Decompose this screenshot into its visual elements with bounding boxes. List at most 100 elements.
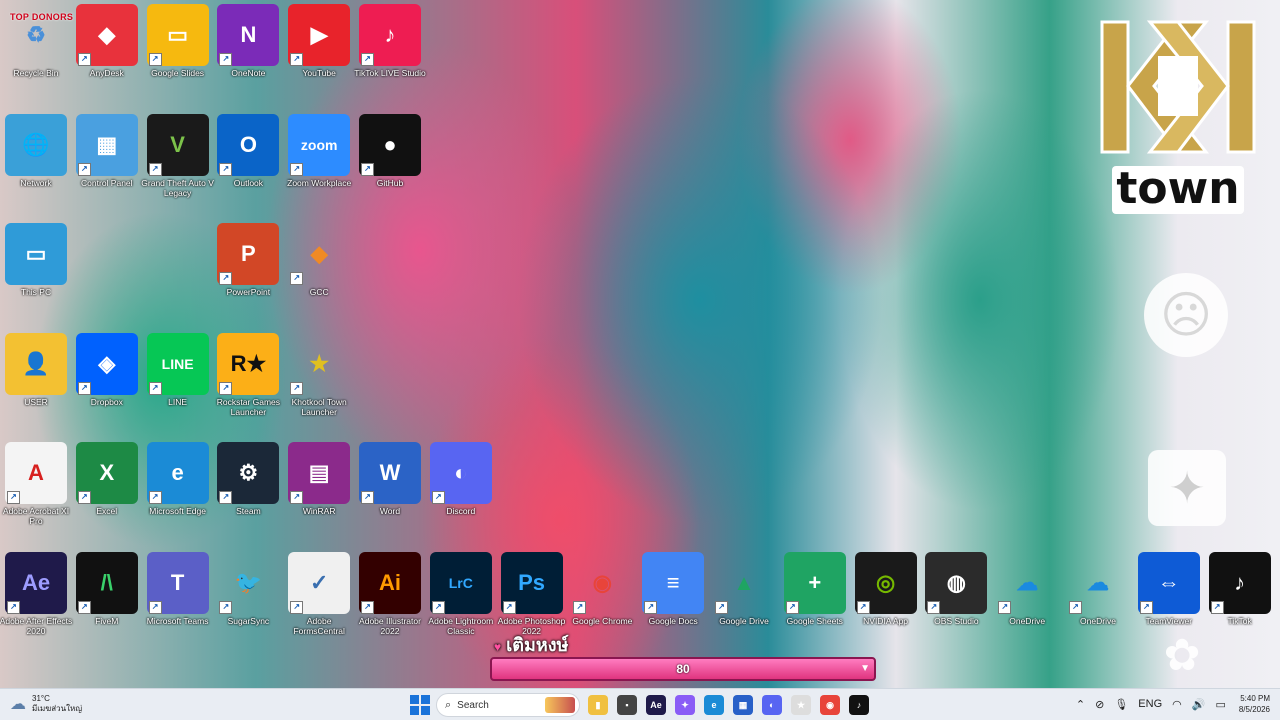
desktop-icon-outlook[interactable]: O ↗ Outlook bbox=[213, 113, 283, 188]
wifi-icon[interactable]: ◠ bbox=[1172, 698, 1182, 711]
desktop-icon-recycle-bin[interactable]: ♻ Recycle Bin bbox=[1, 4, 71, 78]
desktop-icon-fivem[interactable]: /\ ↗ FiveM bbox=[72, 551, 142, 626]
microphone-icon[interactable]: 🎙 bbox=[1114, 698, 1128, 711]
gta-v-icon: V ↗ bbox=[146, 113, 209, 176]
desktop-icon-word[interactable]: W ↗ Word bbox=[355, 442, 425, 516]
search-placeholder: Search bbox=[457, 699, 489, 711]
desktop-icon-khotkool[interactable]: ★ ↗ Khotkool Town Launcher bbox=[284, 333, 354, 417]
battery-icon[interactable]: ▭ bbox=[1215, 698, 1225, 711]
search-highlight-image bbox=[545, 697, 575, 713]
desktop-icon-github[interactable]: ● ↗ GitHub bbox=[355, 113, 425, 188]
taskbar-search[interactable]: ⌕ Search bbox=[436, 693, 580, 717]
desktop-icon-label: Discord bbox=[446, 506, 476, 516]
obs-icon: ◍ ↗ bbox=[925, 551, 988, 614]
fivem-icon: /\ ↗ bbox=[75, 551, 138, 614]
anydesk-icon: ◆ ↗ bbox=[75, 4, 138, 66]
shortcut-arrow-icon: ↗ bbox=[77, 600, 91, 614]
desktop-icon-tiktok[interactable]: ♪ ↗ TikTok bbox=[1205, 551, 1275, 626]
desktop-icon-edge[interactable]: e ↗ Microsoft Edge bbox=[143, 442, 213, 516]
desktop-icon-lightroom[interactable]: LrC ↗ Adobe Lightroom Classic bbox=[426, 551, 496, 636]
desktop-icon-excel[interactable]: X ↗ Excel bbox=[72, 442, 142, 516]
network-off-icon[interactable]: ⊘ bbox=[1095, 698, 1104, 711]
desktop-icon-docs[interactable]: ≡ ↗ Google Docs bbox=[638, 551, 708, 626]
desktop-icon-chrome[interactable]: ◉ ↗ Google Chrome bbox=[567, 552, 637, 626]
language-indicator[interactable]: ENG bbox=[1138, 698, 1162, 710]
volume-icon[interactable]: 🔊 bbox=[1192, 698, 1206, 711]
tiktok-live-studio-icon: ♪ ↗ bbox=[359, 4, 421, 66]
desktop-icon-user[interactable]: 👤 USER bbox=[1, 332, 71, 407]
desktop-icon-sugarsync[interactable]: 🐦 ↗ SugarSync bbox=[213, 552, 283, 626]
desktop-icon-line[interactable]: LINE ↗ LINE bbox=[143, 332, 213, 407]
taskbar-store-icon[interactable]: ▦ bbox=[733, 695, 753, 715]
desktop-icon-winrar[interactable]: ▤ ↗ WinRAR bbox=[284, 442, 354, 516]
desktop-icon-gcc[interactable]: ◆ ↗ GCC bbox=[284, 223, 354, 297]
desktop-icon-label: USER bbox=[24, 396, 48, 407]
chevron-up-icon[interactable]: ⌃ bbox=[1076, 698, 1085, 711]
taskbar-copilot-icon[interactable]: ✦ bbox=[675, 695, 695, 715]
topup-value: 80 bbox=[676, 662, 690, 676]
desktop-icon-illustrator[interactable]: Ai ↗ Adobe Illustrator 2022 bbox=[355, 551, 425, 636]
weather-widget[interactable]: ☁ 31°C มีเมฆส่วนใหญ่ bbox=[10, 694, 82, 714]
desktop-icon-nvidia[interactable]: ◎ ↗ NVIDIA App bbox=[851, 551, 921, 626]
shortcut-arrow-icon: ↗ bbox=[148, 600, 162, 614]
desktop-icon-dropbox[interactable]: ◈ ↗ Dropbox bbox=[72, 332, 142, 407]
desktop-icon-photoshop[interactable]: Ps ↗ Adobe Photoshop 2022 bbox=[497, 551, 567, 636]
shortcut-arrow-icon: ↗ bbox=[361, 162, 374, 176]
start-button[interactable] bbox=[410, 695, 430, 715]
shortcut-arrow-icon: ↗ bbox=[219, 162, 233, 176]
desktop-icon-onedrive1[interactable]: ☁ ↗ OneDrive bbox=[992, 552, 1062, 626]
desktop-icon-after-effects[interactable]: Ae ↗ Adobe After Effects 2020 bbox=[0, 551, 72, 636]
desktop-icon-youtube[interactable]: ▶ ↗ YouTube bbox=[284, 4, 354, 78]
desktop-icon-anydesk[interactable]: ◆ ↗ AnyDesk bbox=[72, 4, 142, 78]
desktop-icon-formscentral[interactable]: ✓ ↗ Adobe FormsCentral bbox=[284, 551, 354, 636]
desktop-icon-control-panel[interactable]: ▦ ↗ Control Panel bbox=[72, 113, 142, 188]
desktop-icon-this-pc[interactable]: ▭ This PC bbox=[1, 223, 71, 297]
taskbar-file-explorer-icon[interactable]: ▮ bbox=[588, 695, 608, 715]
illustrator-icon: Ai ↗ bbox=[359, 551, 421, 614]
desktop-icon-powerpoint[interactable]: P ↗ PowerPoint bbox=[213, 223, 283, 297]
desktop-icon-tiktok-live-studio[interactable]: ♪ ↗ TikTok LIVE Studio bbox=[354, 4, 426, 78]
taskbar-discord-icon[interactable]: ◐ bbox=[762, 695, 782, 715]
shortcut-arrow-icon: ↗ bbox=[1139, 600, 1153, 614]
desktop-icon-label: Word bbox=[379, 506, 401, 516]
shortcut-arrow-icon: ↗ bbox=[148, 162, 162, 176]
desktop-icon-discord[interactable]: ◐ ↗ Discord bbox=[426, 442, 496, 516]
shortcut-arrow-icon: ↗ bbox=[431, 600, 445, 614]
desktop-icon-label: Zoom Workplace bbox=[287, 177, 352, 188]
desktop-icon-drive[interactable]: ▲ ↗ Google Drive bbox=[709, 552, 779, 626]
desktop-icon-teamviewer[interactable]: ⇔ ↗ TeamViewer bbox=[1134, 551, 1204, 626]
shortcut-arrow-icon: ↗ bbox=[148, 491, 162, 504]
desktop-icon-rockstar[interactable]: R★ ↗ Rockstar Games Launcher bbox=[213, 332, 283, 417]
shortcut-arrow-icon: ↗ bbox=[77, 491, 91, 504]
outlook-icon: O ↗ bbox=[217, 113, 280, 176]
desktop-icon-onedrive2[interactable]: ☁ ↗ OneDrive bbox=[1063, 552, 1133, 626]
desktop-icon-google-slides[interactable]: ▭ ↗ Google Slides bbox=[143, 4, 213, 78]
desktop-icon-label: Microsoft Teams bbox=[146, 615, 209, 626]
taskbar-tiktok-live-icon[interactable]: ♪ bbox=[849, 695, 869, 715]
desktop-icon-acrobat[interactable]: A ↗ Adobe Acrobat XI Pro bbox=[1, 442, 71, 526]
desktop-icon-label: WinRAR bbox=[302, 506, 336, 516]
desktop-icon-label: Control Panel bbox=[81, 177, 133, 188]
desktop-icon-label: Outlook bbox=[233, 177, 264, 188]
desktop-icon-label: Adobe Acrobat XI Pro bbox=[2, 506, 70, 526]
clock[interactable]: 5:40 PM 8/5/2026 bbox=[1239, 693, 1270, 715]
desktop-icon-gta-v[interactable]: V ↗ Grand Theft Auto V Legacy bbox=[141, 113, 214, 198]
desktop-icon-onenote[interactable]: N ↗ OneNote bbox=[213, 4, 283, 78]
taskbar-edge-icon[interactable]: e bbox=[704, 695, 724, 715]
desktop-icon-network[interactable]: 🌐 Network bbox=[1, 113, 71, 188]
desktop-icon-label: Google Docs bbox=[648, 615, 698, 626]
desktop-icon-sheets[interactable]: + ↗ Google Sheets bbox=[780, 551, 850, 626]
desktop-icon-zoom[interactable]: zoom ↗ Zoom Workplace bbox=[284, 113, 354, 188]
taskbar-terminal-icon[interactable]: ▪ bbox=[617, 695, 637, 715]
desktop-icon-label: TeamViewer bbox=[1145, 615, 1193, 626]
taskbar-chrome-icon[interactable]: ◉ bbox=[820, 695, 840, 715]
shortcut-arrow-icon: ↗ bbox=[856, 600, 870, 614]
drive-icon: ▲ ↗ bbox=[713, 552, 775, 614]
desktop-icon-steam[interactable]: ⚙ ↗ Steam bbox=[213, 442, 283, 516]
desktop-icon-obs[interactable]: ◍ ↗ OBS Studio bbox=[921, 551, 991, 626]
taskbar-after-effects-icon[interactable]: Ae bbox=[646, 695, 666, 715]
shortcut-arrow-icon: ↗ bbox=[290, 272, 304, 285]
desktop-icon-teams[interactable]: T ↗ Microsoft Teams bbox=[143, 551, 213, 626]
docs-icon: ≡ ↗ bbox=[642, 551, 705, 614]
taskbar-khotkool-icon[interactable]: ★ bbox=[791, 695, 811, 715]
